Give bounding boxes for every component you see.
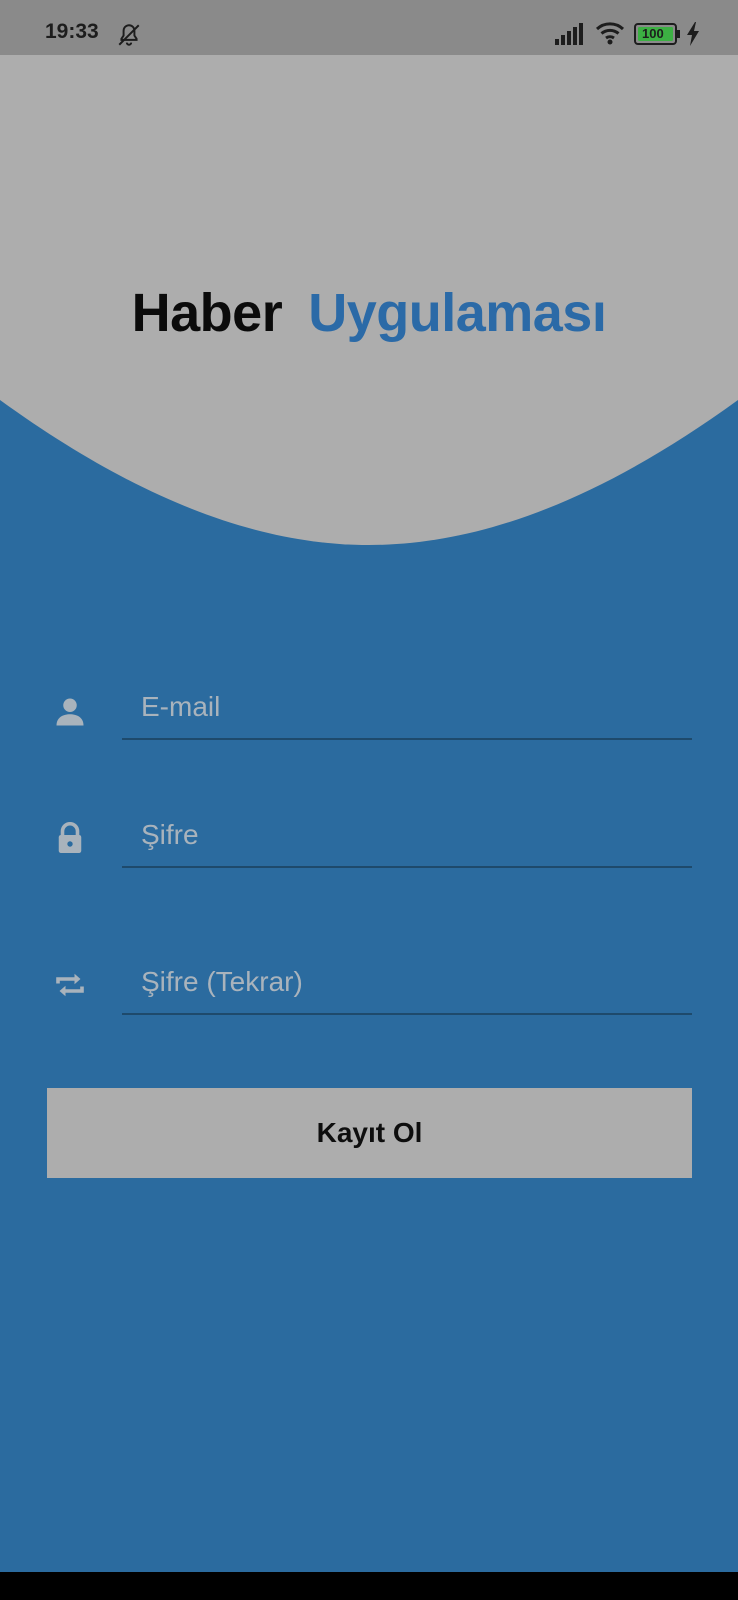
repeat-icon xyxy=(56,973,84,997)
app-title-part1: Haber xyxy=(131,283,283,343)
password-input[interactable] xyxy=(122,804,692,868)
person-icon xyxy=(56,698,84,726)
register-button[interactable]: Kayıt Ol xyxy=(47,1088,692,1178)
charging-icon xyxy=(687,22,699,46)
bell-off-icon xyxy=(118,24,140,46)
navigation-bar xyxy=(0,1572,738,1600)
password-repeat-input[interactable] xyxy=(122,951,692,1015)
header-background xyxy=(0,0,738,545)
app-title: Haber Uygulaması xyxy=(0,282,738,344)
status-bar: 19:33 100 xyxy=(0,0,738,55)
app-title-part2: Uygulaması xyxy=(308,283,607,343)
lock-icon xyxy=(58,822,82,853)
status-time: 19:33 xyxy=(45,20,99,43)
signal-icon xyxy=(555,23,583,45)
email-input[interactable] xyxy=(122,676,692,740)
battery-level: 100 xyxy=(642,26,664,41)
wifi-icon xyxy=(595,22,625,45)
